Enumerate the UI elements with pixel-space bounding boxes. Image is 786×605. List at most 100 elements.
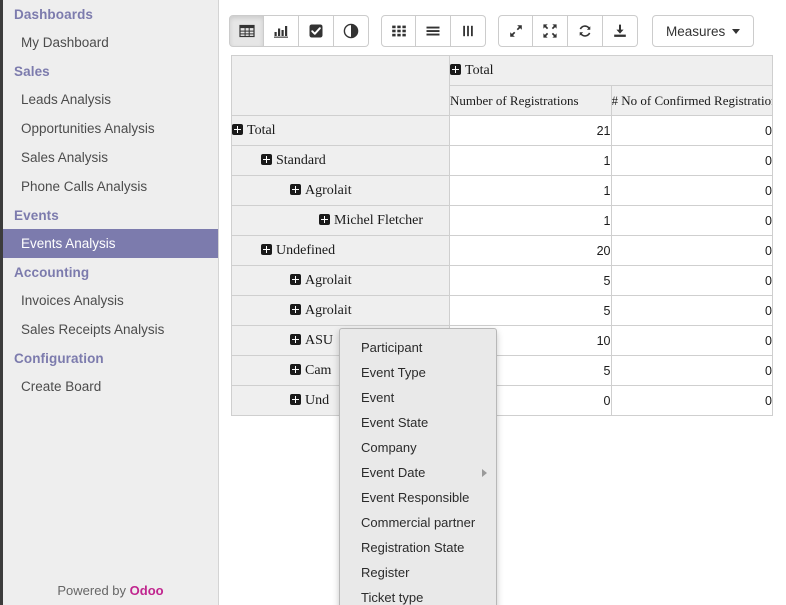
menu-item-event-responsible[interactable]: Event Responsible	[340, 485, 496, 510]
sidebar-item-events-analysis[interactable]: Events Analysis	[3, 229, 218, 258]
table-row: Und00	[232, 386, 773, 416]
table-row: ASU100	[232, 326, 773, 356]
pivot-row-header[interactable]: Total	[232, 116, 450, 146]
sidebar-item-invoices-analysis[interactable]: Invoices Analysis	[3, 286, 218, 315]
sidebar: DashboardsMy DashboardSalesLeads Analysi…	[0, 0, 219, 605]
expand-plus-icon	[290, 394, 301, 405]
checkbox-view-button[interactable]	[299, 15, 334, 47]
menu-item-registration-state[interactable]: Registration State	[340, 535, 496, 560]
menu-item-participant[interactable]: Participant	[340, 335, 496, 360]
menu-item-company[interactable]: Company	[340, 435, 496, 460]
pivot-row-label: Agrolait	[305, 183, 352, 198]
menu-item-register[interactable]: Register	[340, 560, 496, 585]
pivot-row-header[interactable]: Undefined	[232, 236, 450, 266]
pivot-row-label: Und	[305, 393, 329, 408]
pivot-measure-header[interactable]: # No of Confirmed Registrations	[611, 86, 773, 116]
pivot-row-label: Agrolait	[305, 273, 352, 288]
pivot-row-header[interactable]: Agrolait	[232, 296, 450, 326]
pivot-row-label-wrap: Total	[232, 123, 276, 138]
pivot-value-cell: 0	[611, 116, 773, 146]
download-icon	[612, 23, 628, 39]
pivot-column-group-header[interactable]: Total	[450, 56, 773, 86]
table-icon	[239, 23, 255, 39]
expand-plus-icon	[290, 184, 301, 195]
menu-item-event-state[interactable]: Event State	[340, 410, 496, 435]
expand-plus-icon	[261, 244, 272, 255]
pivot-table-body: Total210Standard10Agrolait10Michel Fletc…	[232, 116, 773, 416]
pivot-row-header[interactable]: Standard	[232, 146, 450, 176]
expand-plus-icon	[290, 304, 301, 315]
grid-layout-button[interactable]	[381, 15, 416, 47]
pivot-row-label-wrap: ASU	[232, 333, 333, 348]
pivot-row-label-wrap: Undefined	[232, 243, 335, 258]
sidebar-item-opportunities-analysis[interactable]: Opportunities Analysis	[3, 114, 218, 143]
download-button[interactable]	[603, 15, 638, 47]
toolbar-button-groups	[229, 15, 650, 47]
refresh-button[interactable]	[568, 15, 603, 47]
pivot-row-label: Undefined	[276, 243, 335, 258]
sidebar-item-leads-analysis[interactable]: Leads Analysis	[3, 85, 218, 114]
pivot-row-label-wrap: Michel Fletcher	[232, 213, 423, 228]
pivot-value-cell: 0	[611, 356, 773, 386]
graph-view-button[interactable]	[264, 15, 299, 47]
pivot-table: Total Number of Registrations# No of Con…	[231, 55, 773, 416]
columns-icon	[460, 23, 476, 39]
pivot-row-header[interactable]: Michel Fletcher	[232, 206, 450, 236]
pivot-row-label: Michel Fletcher	[334, 213, 423, 228]
pivot-row-header[interactable]: Agrolait	[232, 266, 450, 296]
bar-chart-icon	[273, 23, 289, 39]
pivot-table-container: Total Number of Registrations# No of Con…	[220, 52, 786, 416]
sidebar-item-sales-analysis[interactable]: Sales Analysis	[3, 143, 218, 172]
grid-icon	[391, 23, 407, 39]
pivot-value-cell: 0	[611, 326, 773, 356]
pivot-value-cell: 0	[611, 236, 773, 266]
menu-item-label: Event State	[361, 415, 428, 430]
table-row: Undefined200	[232, 236, 773, 266]
main-content: Measures Total Number of Registrations# …	[220, 0, 786, 605]
menu-item-event-date[interactable]: Event Date	[340, 460, 496, 485]
pivot-value-cell: 0	[611, 386, 773, 416]
pivot-row-header[interactable]: Agrolait	[232, 176, 450, 206]
pivot-header-row-group: Total	[232, 56, 773, 86]
pivot-row-label: Cam	[305, 363, 331, 378]
pivot-row-label-wrap: Cam	[232, 363, 331, 378]
pivot-view-button[interactable]	[229, 15, 264, 47]
pivot-row-label-wrap: Agrolait	[232, 303, 352, 318]
list-layout-button[interactable]	[416, 15, 451, 47]
table-row: Agrolait10	[232, 176, 773, 206]
pivot-row-label: Standard	[276, 153, 326, 168]
measures-button[interactable]: Measures	[652, 15, 754, 47]
pivot-measure-header[interactable]: Number of Registrations	[450, 86, 612, 116]
table-row: Total210	[232, 116, 773, 146]
menu-item-commercial-partner[interactable]: Commercial partner	[340, 510, 496, 535]
sidebar-item-phone-calls-analysis[interactable]: Phone Calls Analysis	[3, 172, 218, 201]
sidebar-item-sales-receipts-analysis[interactable]: Sales Receipts Analysis	[3, 315, 218, 344]
pivot-row-label: ASU	[305, 333, 333, 348]
toolbar: Measures	[220, 0, 786, 52]
pivot-value-cell: 1	[450, 206, 612, 236]
refresh-icon	[577, 23, 593, 39]
menu-item-event-type[interactable]: Event Type	[340, 360, 496, 385]
sidebar-item-my-dashboard[interactable]: My Dashboard	[3, 28, 218, 57]
contrast-circle-icon	[343, 23, 359, 39]
sidebar-item-create-board[interactable]: Create Board	[3, 372, 218, 401]
columns-layout-button[interactable]	[451, 15, 486, 47]
menu-item-event[interactable]: Event	[340, 385, 496, 410]
pivot-corner-cell	[232, 56, 450, 116]
table-row: Standard10	[232, 146, 773, 176]
expand-button[interactable]	[498, 15, 533, 47]
pie-view-button[interactable]	[334, 15, 369, 47]
odoo-brand-link[interactable]: Odoo	[130, 583, 164, 598]
sidebar-section-events: Events	[3, 201, 218, 229]
menu-item-label: Event Date	[361, 465, 425, 480]
menu-item-ticket-type[interactable]: Ticket type	[340, 585, 496, 605]
pivot-column-group-label: Total	[465, 63, 494, 78]
expand-plus-icon	[319, 214, 330, 225]
list-icon	[425, 23, 441, 39]
field-selection-menu[interactable]: ParticipantEvent TypeEvent Event State Com…	[339, 328, 497, 605]
pivot-row-label: Total	[247, 123, 276, 138]
chevron-down-icon	[732, 29, 740, 34]
pivot-value-cell: 5	[450, 296, 612, 326]
expand-all-button[interactable]	[533, 15, 568, 47]
expand-plus-icon	[290, 334, 301, 345]
